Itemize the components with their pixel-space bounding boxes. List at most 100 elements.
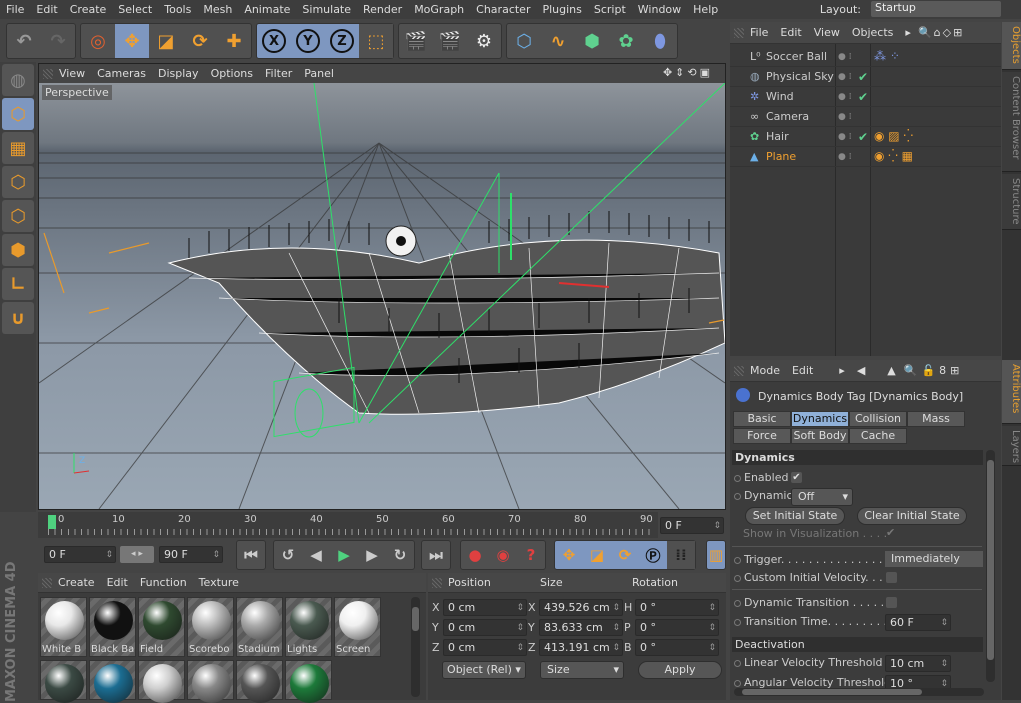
playhead[interactable] <box>48 515 56 529</box>
material-swatch[interactable] <box>40 660 87 703</box>
object-tags-icon[interactable]: ◉ ⁛ ▦ <box>874 149 913 163</box>
scale-tool-icon[interactable]: ◪ <box>149 24 183 58</box>
end-frame-field[interactable]: 90 F <box>159 546 223 563</box>
menu-create[interactable]: Create <box>64 3 113 16</box>
tab-objects[interactable]: Objects <box>1002 22 1021 70</box>
position-z-field[interactable]: 0 cm <box>443 639 527 656</box>
viewport[interactable]: View Cameras Display Options Filter Pane… <box>38 63 726 510</box>
menu-mesh[interactable]: Mesh <box>197 3 238 16</box>
next-key-icon[interactable]: ↻ <box>386 541 414 569</box>
material-menu-function[interactable]: Function <box>134 576 193 589</box>
viewport-menu-options[interactable]: Options <box>205 67 259 80</box>
key-position-icon[interactable]: ✥ <box>555 541 583 569</box>
material-swatch[interactable]: Screen <box>334 597 381 657</box>
render-picture-viewer-icon[interactable]: 🎬 <box>433 24 467 58</box>
attr-menu-mode[interactable]: Mode <box>744 364 786 377</box>
autokey-icon[interactable]: ◉ <box>489 541 517 569</box>
make-editable-icon[interactable]: ◍ <box>2 64 34 96</box>
tab-mass[interactable]: Mass <box>907 411 965 427</box>
set-initial-state-button[interactable]: Set Initial State <box>745 507 845 525</box>
object-row[interactable]: ✲ Wind ● ⁞ ✔ <box>730 87 1001 107</box>
visibility-dots-icon[interactable]: ● ⁞ <box>838 92 852 102</box>
apply-button[interactable]: Apply <box>638 661 722 679</box>
material-swatch[interactable]: White B <box>40 597 87 657</box>
x-axis-lock-icon[interactable]: X <box>257 24 291 58</box>
clear-initial-state-button[interactable]: Clear Initial State <box>857 507 967 525</box>
material-menu-edit[interactable]: Edit <box>101 576 134 589</box>
vertical-scrollbar[interactable] <box>986 450 995 682</box>
current-frame-field[interactable]: 0 F <box>660 517 724 534</box>
viewport-menu-view[interactable]: View <box>53 67 91 80</box>
horizontal-scrollbar[interactable] <box>734 688 984 696</box>
rotation-h-field[interactable]: 0 ° <box>635 599 719 616</box>
new-panel-icon[interactable]: ⊞ <box>948 364 961 377</box>
tab-attributes[interactable]: Attributes <box>1002 360 1021 424</box>
undo-icon[interactable]: ↶ <box>7 24 41 58</box>
object-name[interactable]: Hair <box>766 130 789 143</box>
layout-dropdown[interactable]: Startup <box>871 1 1001 17</box>
polygons-mode-icon[interactable]: ⬢ <box>2 234 34 266</box>
new-panel-icon[interactable]: ⊞ <box>952 26 963 39</box>
key-pla-icon[interactable]: ⁞⁞ <box>667 541 695 569</box>
deformer-icon[interactable]: ⬮ <box>643 24 677 58</box>
rotation-b-field[interactable]: 0 ° <box>635 639 719 656</box>
texture-mode-icon[interactable]: ▦ <box>2 132 34 164</box>
up-arrow-icon[interactable]: ▲ <box>881 364 901 377</box>
objects-menu-file[interactable]: File <box>744 26 774 39</box>
menu-edit[interactable]: Edit <box>30 3 63 16</box>
search-icon[interactable]: 🔍 <box>917 26 933 39</box>
tab-content-browser[interactable]: Content Browser <box>1002 72 1021 172</box>
tab-collision[interactable]: Collision <box>849 411 907 427</box>
cube-primitive-icon[interactable]: ⬡ <box>507 24 541 58</box>
enabled-checkbox[interactable]: ✔ <box>791 472 802 483</box>
viewport-menu-panel[interactable]: Panel <box>298 67 340 80</box>
rotation-p-field[interactable]: 0 ° <box>635 619 719 636</box>
visibility-dots-icon[interactable]: ● ⁞ <box>838 52 852 62</box>
object-name[interactable]: Soccer Ball <box>766 50 827 63</box>
object-row[interactable]: ✿ Hair ● ⁞ ✔ <box>730 127 1001 147</box>
objects-menu-edit[interactable]: Edit <box>774 26 807 39</box>
search-icon[interactable]: 🔍 <box>902 364 920 377</box>
home-icon[interactable]: ⌂ <box>933 26 942 39</box>
more-menu-icon[interactable]: ▸ <box>899 26 917 39</box>
layout-selector[interactable]: Layout: Startup <box>814 1 1001 17</box>
enabled-check-icon[interactable]: ✔ <box>858 130 868 144</box>
array-icon[interactable]: ✿ <box>609 24 643 58</box>
enabled-check-icon[interactable]: ✔ <box>858 90 868 104</box>
menu-script[interactable]: Script <box>588 3 632 16</box>
dynamic-dropdown[interactable]: Off ▾ <box>791 488 853 506</box>
object-name[interactable]: Camera <box>766 110 809 123</box>
go-to-end-icon[interactable]: ⏭ <box>422 541 450 569</box>
object-tags-icon[interactable]: ⁂ ⁘ <box>874 49 900 63</box>
menu-help[interactable]: Help <box>687 3 724 16</box>
menu-mograph[interactable]: MoGraph <box>408 3 470 16</box>
next-frame-icon[interactable]: ▶ <box>358 541 386 569</box>
previous-frame-icon[interactable]: ◀ <box>302 541 330 569</box>
visibility-dots-icon[interactable]: ● ⁞ <box>838 132 852 142</box>
menu-animate[interactable]: Animate <box>238 3 296 16</box>
objects-menu-objects[interactable]: Objects <box>846 26 900 39</box>
render-settings-icon[interactable]: ⚙ <box>467 24 501 58</box>
visibility-dots-icon[interactable]: ● ⁞ <box>838 112 852 122</box>
material-swatch[interactable] <box>187 660 234 703</box>
object-tags-icon[interactable]: ◉ ▨ ⁛ <box>874 129 913 143</box>
more-menu-icon[interactable]: ▸ <box>833 364 851 377</box>
range-slider-icon[interactable]: ◂ ▸ <box>120 546 154 563</box>
tab-soft-body[interactable]: Soft Body <box>791 428 849 444</box>
menu-file[interactable]: File <box>0 3 30 16</box>
linear-velocity-threshold-field[interactable]: 10 cm <box>885 655 951 672</box>
size-y-field[interactable]: 83.633 cm <box>539 619 623 636</box>
previous-key-icon[interactable]: ↺ <box>274 541 302 569</box>
viewport-navigation-icons[interactable]: ✥⇕⟲▣ <box>657 66 719 79</box>
dynamic-transition-checkbox[interactable] <box>886 597 897 608</box>
object-name[interactable]: Wind <box>766 90 794 103</box>
tab-cache[interactable]: Cache <box>849 428 907 444</box>
points-mode-icon[interactable]: ⬡ <box>2 166 34 198</box>
material-swatch[interactable] <box>285 660 332 703</box>
coordinate-system-icon[interactable]: ⬚ <box>359 24 393 58</box>
play-icon[interactable]: ▶ <box>330 541 358 569</box>
viewport-menu-display[interactable]: Display <box>152 67 205 80</box>
object-row[interactable]: ◍ Physical Sky ● ⁞ ✔ <box>730 67 1001 87</box>
material-swatch[interactable] <box>89 660 136 703</box>
trigger-dropdown[interactable]: Immediately <box>885 551 983 567</box>
